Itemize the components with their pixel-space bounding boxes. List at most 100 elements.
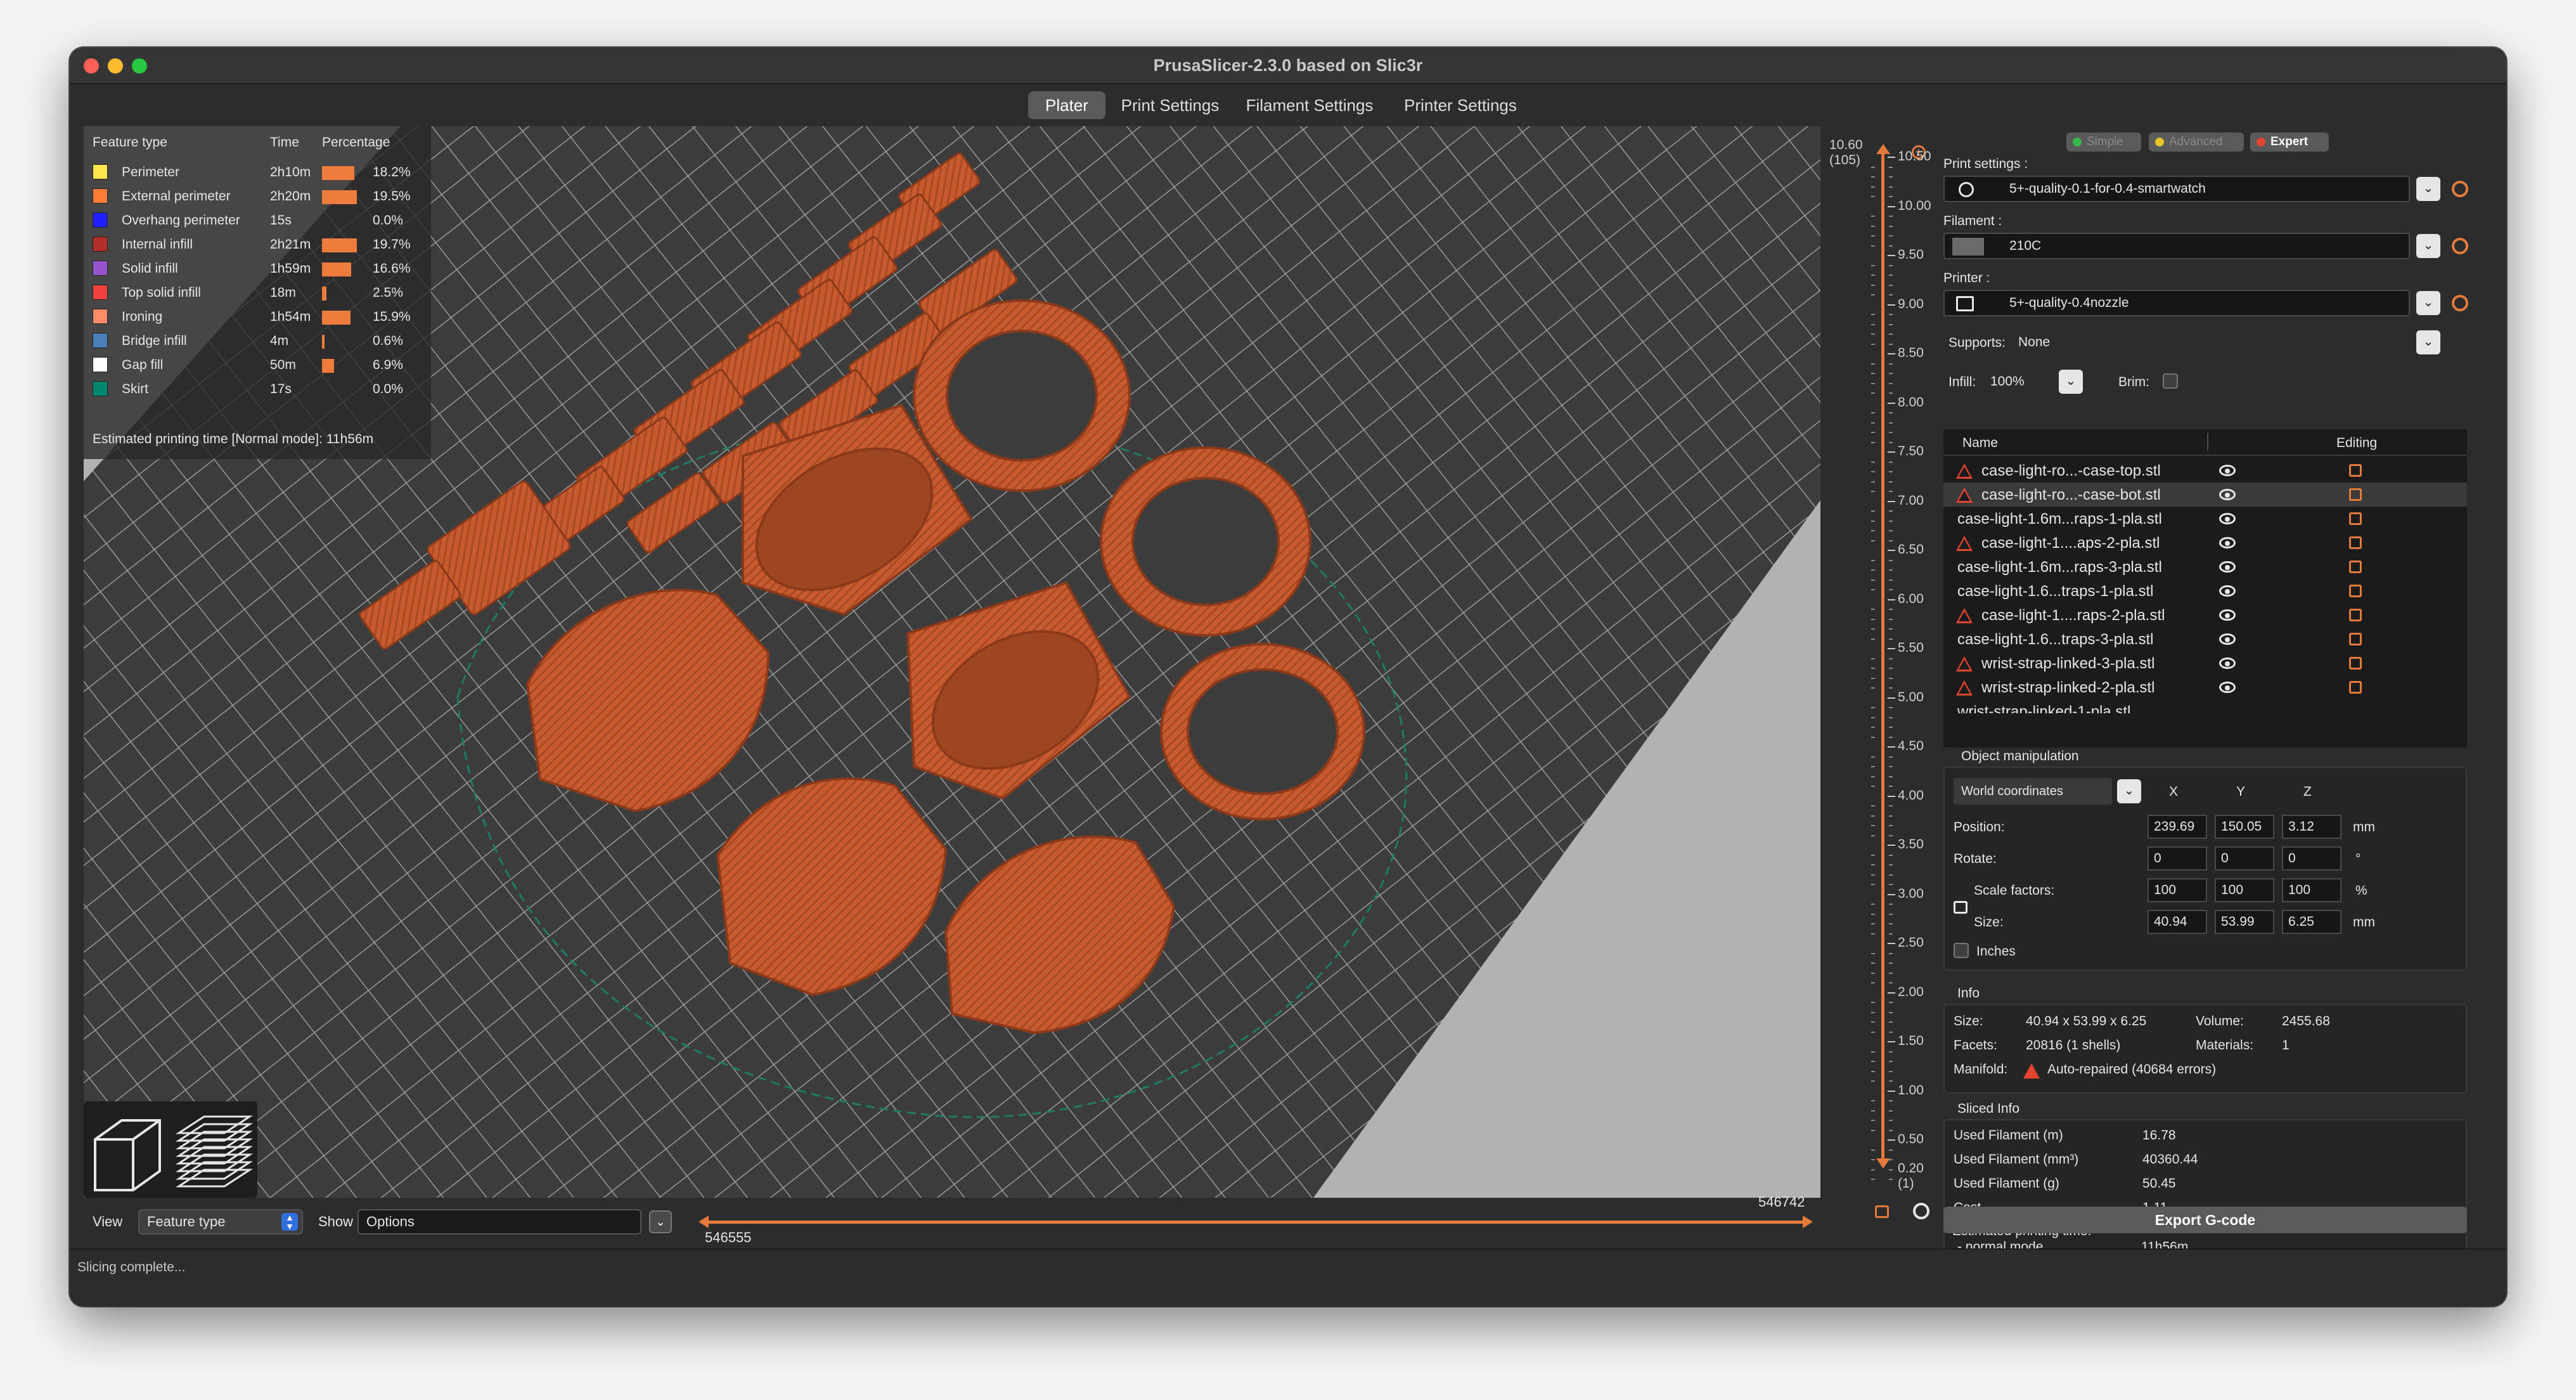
edit-settings-icon[interactable] <box>2349 585 2362 597</box>
edit-settings-icon[interactable] <box>2349 536 2362 549</box>
object-list-row[interactable]: wrist-strap-linked-2-pla.stl <box>1943 675 2467 699</box>
edit-settings-icon[interactable] <box>2349 681 2362 694</box>
edit-settings-icon[interactable] <box>2349 512 2362 525</box>
layer-slider-bottom-thumb[interactable] <box>1876 1158 1890 1169</box>
visibility-eye-icon[interactable] <box>2219 561 2236 573</box>
visibility-eye-icon[interactable] <box>2219 658 2236 669</box>
layer-tick-mark <box>1888 795 1895 797</box>
tab-print-settings[interactable]: Print Settings <box>1113 91 1227 119</box>
visibility-eye-icon[interactable] <box>2219 609 2236 621</box>
layer-minor-tick <box>1889 982 1893 983</box>
export-gcode-button[interactable]: Export G-code <box>1943 1207 2467 1233</box>
infill-select[interactable]: 100% <box>1985 368 2055 395</box>
object-list-row[interactable]: case-light-1....aps-2-pla.stl <box>1943 531 2467 555</box>
edit-settings-icon[interactable] <box>2349 488 2362 501</box>
layer-tick-label: 3.00 <box>1898 886 1924 901</box>
edit-settings-icon[interactable] <box>2349 633 2362 645</box>
supports-select[interactable]: None <box>2011 329 2416 356</box>
legend-time: 18m <box>270 285 296 300</box>
layer-slider-track[interactable] <box>1881 152 1884 1166</box>
view-type-select[interactable]: Feature type ▲ ▼ <box>138 1209 303 1235</box>
object-name: case-light-1.6m...raps-3-pla.stl <box>1957 559 2162 576</box>
tab-printer-settings[interactable]: Printer Settings <box>1392 91 1529 119</box>
layer-minor-tick <box>1889 933 1893 935</box>
layer-minor-tick <box>1871 1061 1875 1062</box>
edit-settings-icon[interactable] <box>2349 464 2362 477</box>
show-options-select[interactable]: Options <box>357 1209 641 1235</box>
mode-advanced-button[interactable]: Advanced <box>2149 133 2244 152</box>
sliced-layers-icon[interactable] <box>175 1115 254 1188</box>
legend-feature-name: Gap fill <box>122 358 164 372</box>
visibility-eye-icon[interactable] <box>2219 537 2236 548</box>
layer-tick-mark <box>1888 451 1895 453</box>
scale-lock-icon[interactable] <box>1954 901 1967 914</box>
layer-slider-top-thumb[interactable] <box>1876 144 1890 154</box>
show-options-dropdown-icon[interactable]: ⌄ <box>649 1210 672 1233</box>
visibility-eye-icon[interactable] <box>2219 465 2236 476</box>
rotate-y-input[interactable]: 0 <box>2215 846 2274 871</box>
lock-icon[interactable] <box>1875 1205 1889 1218</box>
tab-plater[interactable]: Plater <box>1028 91 1105 119</box>
object-list-row[interactable]: case-light-1.6m...raps-3-pla.stl <box>1943 555 2467 579</box>
supports-dropdown-icon[interactable]: ⌄ <box>2416 330 2440 354</box>
horizontal-slider-right-thumb[interactable] <box>1803 1215 1813 1228</box>
object-list-row[interactable]: case-light-ro...-case-bot.stl <box>1943 483 2467 507</box>
visibility-eye-icon[interactable] <box>2219 489 2236 500</box>
position-y-input[interactable]: 150.05 <box>2215 815 2274 839</box>
print-settings-select[interactable]: 5+-quality-0.1-for-0.4-smartwatch <box>1943 176 2410 202</box>
filament-select[interactable]: 210C <box>1943 233 2410 259</box>
horizontal-slider-track[interactable] <box>705 1221 1808 1224</box>
visibility-eye-icon[interactable] <box>2219 633 2236 645</box>
filament-gear-icon[interactable] <box>2452 238 2468 254</box>
object-name: case-light-1.6m...raps-1-pla.stl <box>1957 510 2162 528</box>
object-list-row[interactable]: case-light-ro...-case-top.stl <box>1943 458 2467 483</box>
size-z-input[interactable]: 6.25 <box>2282 910 2341 934</box>
horizontal-slider-left-thumb[interactable] <box>699 1215 709 1228</box>
object-name: case-light-1.6...traps-3-pla.stl <box>1957 631 2154 648</box>
object-list-row[interactable]: wrist-strap-linked-1-pla.stl <box>1943 699 2467 713</box>
scale-y-input[interactable]: 100 <box>2215 878 2274 902</box>
print-settings-dropdown-icon[interactable]: ⌄ <box>2416 177 2440 201</box>
position-z-input[interactable]: 3.12 <box>2282 815 2341 839</box>
rotate-z-input[interactable]: 0 <box>2282 846 2341 871</box>
mode-expert-button[interactable]: Expert <box>2250 133 2329 152</box>
visibility-eye-icon[interactable] <box>2219 585 2236 597</box>
object-list[interactable]: case-light-ro...-case-top.stl case-light-… <box>1943 456 2467 748</box>
printer-dropdown-icon[interactable]: ⌄ <box>2416 291 2440 315</box>
scale-x-input[interactable]: 100 <box>2148 878 2207 902</box>
visibility-eye-icon[interactable] <box>2219 513 2236 524</box>
infill-dropdown-icon[interactable]: ⌄ <box>2059 370 2083 394</box>
size-x-input[interactable]: 40.94 <box>2148 910 2207 934</box>
mode-advanced-label: Advanced <box>2169 135 2223 148</box>
printer-gear-icon[interactable] <box>2452 295 2468 311</box>
object-list-row[interactable]: case-light-1.6...traps-1-pla.stl <box>1943 579 2467 603</box>
edit-settings-icon[interactable] <box>2349 561 2362 573</box>
tab-filament-settings[interactable]: Filament Settings <box>1235 91 1384 119</box>
position-x-input[interactable]: 239.69 <box>2148 815 2207 839</box>
brim-checkbox[interactable] <box>2163 373 2178 389</box>
filament-dropdown-icon[interactable]: ⌄ <box>2416 234 2440 258</box>
filament-label: Filament : <box>1943 214 2002 228</box>
object-list-row[interactable]: case-light-1.6m...raps-1-pla.stl <box>1943 507 2467 531</box>
object-list-row[interactable]: case-light-1....raps-2-pla.stl <box>1943 603 2467 627</box>
cog-icon[interactable] <box>1913 1203 1929 1219</box>
visibility-eye-icon[interactable] <box>2219 682 2236 693</box>
scale-z-input[interactable]: 100 <box>2282 878 2341 902</box>
coordinate-system-dropdown-icon[interactable]: ⌄ <box>2117 779 2141 803</box>
size-y-input[interactable]: 53.99 <box>2215 910 2274 934</box>
rotate-x-input[interactable]: 0 <box>2148 846 2207 871</box>
printer-select[interactable]: 5+-quality-0.4nozzle <box>1943 290 2410 316</box>
layer-minor-tick <box>1871 294 1875 295</box>
coordinate-system-select[interactable]: World coordinates <box>1954 778 2112 805</box>
edit-settings-icon[interactable] <box>2349 609 2362 621</box>
print-settings-gear-icon[interactable] <box>2452 181 2468 197</box>
edit-settings-icon[interactable] <box>2349 657 2362 670</box>
3d-view-cube-icon[interactable] <box>94 1119 161 1191</box>
mode-simple-button[interactable]: Simple <box>2066 133 2141 152</box>
inches-checkbox[interactable] <box>1954 943 1969 958</box>
object-list-row[interactable]: case-light-1.6...traps-3-pla.stl <box>1943 627 2467 651</box>
legend-row: External perimeter 2h20m 19.5% <box>93 185 428 209</box>
layer-minor-tick <box>1889 186 1893 188</box>
object-list-row[interactable]: wrist-strap-linked-3-pla.stl <box>1943 651 2467 675</box>
legend-bar <box>322 166 354 180</box>
